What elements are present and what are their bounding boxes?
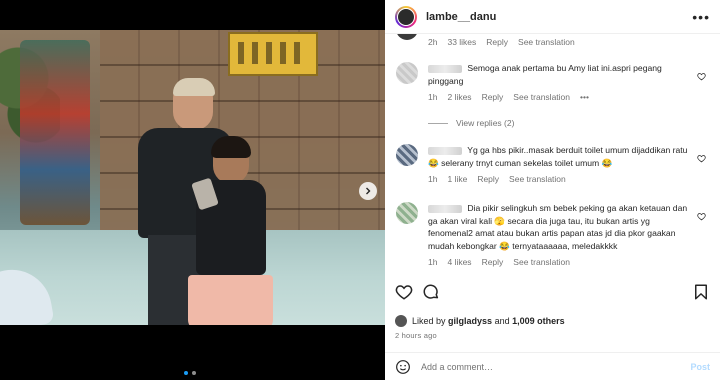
commenter-name-blurred[interactable] xyxy=(428,204,462,213)
post-time[interactable]: 2 hours ago xyxy=(395,331,437,340)
carousel-dot xyxy=(192,371,196,375)
comment-likes[interactable]: 2 likes xyxy=(447,92,471,102)
comment-more-icon[interactable]: ••• xyxy=(580,92,589,102)
comment-time: 1h xyxy=(428,174,438,184)
comment-time: 1h xyxy=(428,92,438,102)
bookmark-icon xyxy=(695,284,707,300)
comment-meta: 2h 33 likes Reply See translation xyxy=(428,37,575,47)
like-comment-button[interactable] xyxy=(697,208,706,221)
like-comment-button[interactable] xyxy=(697,150,706,163)
divider xyxy=(428,122,448,124)
see-translation-link[interactable]: See translation xyxy=(513,92,570,102)
avatar xyxy=(396,34,418,40)
reply-button[interactable]: Reply xyxy=(486,37,508,47)
emoji-icon xyxy=(396,359,410,374)
heart-icon xyxy=(697,155,706,163)
avatar[interactable] xyxy=(395,5,417,28)
add-comment-bar: Post xyxy=(385,352,720,380)
carousel-dot-active xyxy=(184,371,188,375)
chevron-right-icon xyxy=(366,187,371,195)
like-button[interactable] xyxy=(395,283,413,301)
view-replies-label: View replies (2) xyxy=(456,118,515,128)
view-replies-button[interactable]: View replies (2) xyxy=(428,118,514,128)
heart-icon xyxy=(395,285,413,300)
commenter-avatar[interactable] xyxy=(396,144,418,166)
post-actions xyxy=(395,283,710,309)
comment-likes[interactable]: 1 like xyxy=(447,174,467,184)
comment-text: Semoga anak pertama bu Amy liat ini.aspr… xyxy=(428,63,662,86)
liked-by: Liked by gilgladyss and 1,009 others xyxy=(395,315,565,327)
comment-meta: 1h 1 like Reply See translation xyxy=(428,174,690,184)
see-translation-link[interactable]: See translation xyxy=(513,257,570,267)
comments-list: 2h 33 likes Reply See translation Semoga… xyxy=(385,34,720,277)
carousel-dots xyxy=(184,371,196,375)
comment-item: Dia pikir selingkuh sm bebek peking ga a… xyxy=(396,202,711,277)
photo-woman xyxy=(188,136,273,325)
comment-icon xyxy=(423,284,439,299)
comment-text: Dia pikir selingkuh sm bebek peking ga a… xyxy=(428,203,688,251)
comment-text: Yg ga hbs pikir..masak berduit toilet um… xyxy=(428,145,688,168)
post-username[interactable]: lambe__danu xyxy=(426,11,692,23)
reply-button[interactable]: Reply xyxy=(477,174,499,184)
like-comment-button[interactable] xyxy=(697,68,706,81)
liked-by-prefix: Liked by xyxy=(412,316,446,326)
post-header: lambe__danu ••• xyxy=(385,0,720,34)
liked-by-others[interactable]: 1,009 others xyxy=(512,316,565,326)
comment-meta: 1h 4 likes Reply See translation xyxy=(428,257,690,267)
carousel-next-button[interactable] xyxy=(359,182,377,200)
post-side-panel: lambe__danu ••• 2h 33 likes Reply See tr… xyxy=(385,0,720,380)
liked-by-user[interactable]: gilgladyss xyxy=(448,316,492,326)
comment-item: Yg ga hbs pikir..masak berduit toilet um… xyxy=(396,144,711,204)
post-photo[interactable] xyxy=(0,30,385,325)
reply-button[interactable]: Reply xyxy=(482,92,504,102)
commenter-name-blurred[interactable] xyxy=(428,146,462,155)
post-comment-button[interactable]: Post xyxy=(690,362,710,372)
comment-time: 2h xyxy=(428,37,438,47)
save-button[interactable] xyxy=(692,283,710,301)
heart-icon xyxy=(697,73,706,81)
commenter-name-blurred[interactable] xyxy=(428,64,462,73)
comment-time: 1h xyxy=(428,257,438,267)
comment-likes[interactable]: 4 likes xyxy=(447,257,471,267)
reply-button[interactable]: Reply xyxy=(482,257,504,267)
photo-warning-sign xyxy=(228,32,318,76)
comment-item: Semoga anak pertama bu Amy liat ini.aspr… xyxy=(396,62,711,142)
liked-by-and: and xyxy=(494,316,510,326)
see-translation-link[interactable]: See translation xyxy=(509,174,566,184)
photo-totem xyxy=(20,40,90,225)
commenter-avatar[interactable] xyxy=(396,62,418,84)
see-translation-link[interactable]: See translation xyxy=(518,37,575,47)
commenter-avatar[interactable] xyxy=(396,202,418,224)
comment-input[interactable] xyxy=(421,361,691,372)
more-options-icon[interactable]: ••• xyxy=(692,9,710,25)
comment-button[interactable] xyxy=(422,283,440,301)
comment-meta: 1h 2 likes Reply See translation ••• xyxy=(428,92,690,102)
avatar xyxy=(395,315,407,327)
heart-icon xyxy=(697,213,706,221)
emoji-button[interactable] xyxy=(395,359,411,375)
post-media-panel xyxy=(0,0,385,380)
comment-likes[interactable]: 33 likes xyxy=(447,37,476,47)
